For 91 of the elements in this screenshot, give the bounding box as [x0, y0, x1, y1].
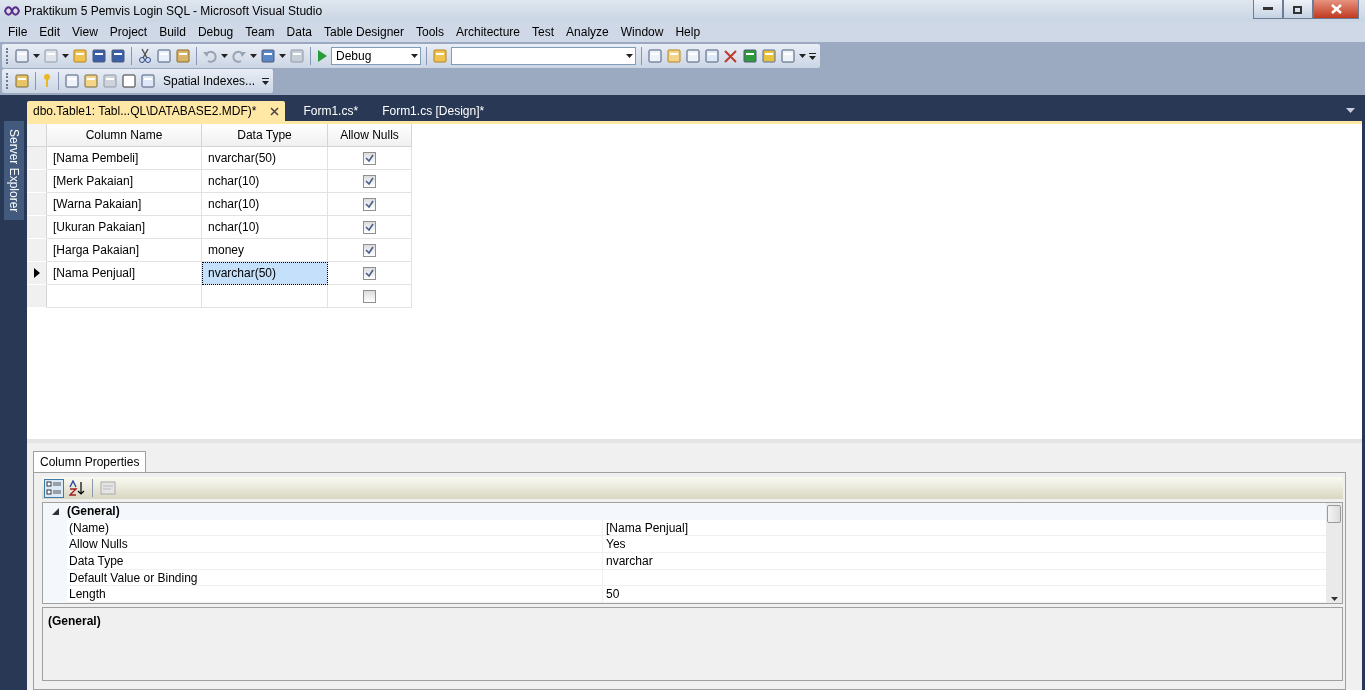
server-explorer-tab[interactable]: Server Explorer: [3, 121, 24, 221]
scissors-icon[interactable]: [137, 48, 153, 64]
column-header[interactable]: Column Name: [47, 124, 202, 147]
checkbox[interactable]: [363, 151, 376, 165]
property-pages-icon: [100, 481, 116, 495]
property-value[interactable]: nvarchar: [603, 553, 1326, 570]
menu-item[interactable]: Team: [239, 25, 281, 39]
current-row-icon: [33, 268, 40, 278]
sort-az-icon: [69, 480, 85, 496]
overflow-icon[interactable]: [809, 52, 816, 60]
header-corner: [27, 124, 47, 147]
table-cell[interactable]: nchar(10): [202, 170, 328, 193]
caret-icon[interactable]: [221, 54, 228, 58]
menu-item[interactable]: Architecture: [450, 25, 527, 39]
menu-item[interactable]: Table Designer: [317, 25, 410, 39]
expanded-icon[interactable]: [51, 507, 59, 515]
table-cell[interactable]: nvarchar(50): [202, 147, 328, 170]
table-cell[interactable]: [Nama Penjual]: [47, 262, 202, 285]
close-icon: [1330, 4, 1342, 14]
table-cell[interactable]: [Harga Pakaian]: [47, 239, 202, 262]
description-title: (General): [48, 614, 101, 628]
caret-icon[interactable]: [411, 54, 418, 58]
table-cell[interactable]: [Ukuran Pakaian]: [47, 216, 202, 239]
property-value[interactable]: [Nama Penjual]: [603, 519, 1326, 537]
checkbox[interactable]: [363, 174, 376, 188]
table-cell[interactable]: nchar(10): [202, 216, 328, 239]
category-label: (General): [67, 504, 120, 519]
overflow-icon[interactable]: [262, 77, 270, 85]
menu-item[interactable]: File: [2, 25, 34, 39]
menu-item[interactable]: Analyze: [560, 25, 615, 39]
menu-item[interactable]: Debug: [191, 25, 240, 39]
menu-item[interactable]: Tools: [410, 25, 450, 39]
checkbox[interactable]: [363, 243, 376, 257]
property-name[interactable]: Length: [67, 586, 603, 604]
menu-item[interactable]: Build: [153, 25, 192, 39]
property-name[interactable]: Data Type: [67, 553, 603, 570]
play-icon[interactable]: [316, 49, 328, 63]
close-icon[interactable]: [270, 106, 280, 116]
app-icon: [4, 6, 20, 16]
row-header[interactable]: [27, 262, 47, 285]
table-cell[interactable]: [Merk Pakaian]: [47, 170, 202, 193]
property-value[interactable]: Yes: [603, 536, 1326, 553]
table-cell[interactable]: nchar(10): [202, 193, 328, 216]
caret-icon[interactable]: [626, 54, 633, 58]
window-title: Praktikum 5 Pemvis Login SQL - Microsoft Visual Studio: [24, 4, 324, 18]
menu-item[interactable]: Edit: [33, 25, 67, 39]
restore-icon: [1293, 4, 1303, 14]
caret-icon[interactable]: [33, 54, 40, 58]
document-tab[interactable]: dbo.Table1: Tabl...QL\DATABASE2.MDF)*: [27, 101, 286, 121]
minimize-button[interactable]: [1253, 0, 1283, 19]
restore-button[interactable]: [1283, 0, 1313, 19]
caret-icon[interactable]: [799, 54, 806, 58]
caret-icon[interactable]: [250, 54, 257, 58]
property-pages-button[interactable]: [98, 478, 118, 498]
table-cell[interactable]: [Nama Pembeli]: [47, 147, 202, 170]
checkbox[interactable]: [363, 220, 376, 234]
scrollbar[interactable]: [1326, 503, 1342, 603]
scrollbar-thumb[interactable]: [1327, 505, 1341, 523]
table-cell[interactable]: money: [202, 239, 328, 262]
column-header[interactable]: Allow Nulls: [328, 124, 412, 147]
menu-item[interactable]: Help: [669, 25, 707, 39]
column-header[interactable]: Data Type: [202, 124, 328, 147]
checkbox[interactable]: [363, 289, 376, 303]
column-properties-tab[interactable]: Column Properties: [33, 451, 147, 472]
scroll-down-icon[interactable]: [1330, 597, 1338, 601]
categorized-button[interactable]: [44, 478, 64, 498]
menu-item[interactable]: Window: [614, 25, 670, 39]
checkbox[interactable]: [363, 197, 376, 211]
table-cell[interactable]: [47, 285, 202, 308]
property-name[interactable]: (Name): [67, 519, 603, 537]
checkbox[interactable]: [363, 266, 376, 280]
caret-icon[interactable]: [62, 54, 69, 58]
property-name[interactable]: Default Value or Binding: [67, 569, 603, 587]
close-button[interactable]: [1313, 0, 1359, 19]
menu-item[interactable]: Test: [526, 25, 561, 39]
property-name[interactable]: Allow Nulls: [67, 536, 603, 553]
menu-item[interactable]: Data: [280, 25, 318, 39]
menu-item[interactable]: View: [66, 25, 104, 39]
table-cell[interactable]: [202, 285, 328, 308]
document-tab[interactable]: Form1.cs*: [297, 101, 365, 121]
minimize-icon: [1263, 7, 1273, 11]
table-cell[interactable]: nvarchar(50): [202, 262, 328, 285]
property-value[interactable]: 50: [603, 586, 1326, 604]
alphabetical-button[interactable]: [67, 478, 87, 498]
document-tab[interactable]: Form1.cs [Design]*: [376, 101, 491, 121]
tab-list-icon[interactable]: [1346, 108, 1355, 113]
caret-icon[interactable]: [279, 54, 286, 58]
categorized-icon: [46, 480, 62, 496]
menu-item[interactable]: Project: [103, 25, 154, 39]
table-cell[interactable]: [Warna Pakaian]: [47, 193, 202, 216]
configuration-dropdown[interactable]: Debug: [331, 47, 421, 65]
